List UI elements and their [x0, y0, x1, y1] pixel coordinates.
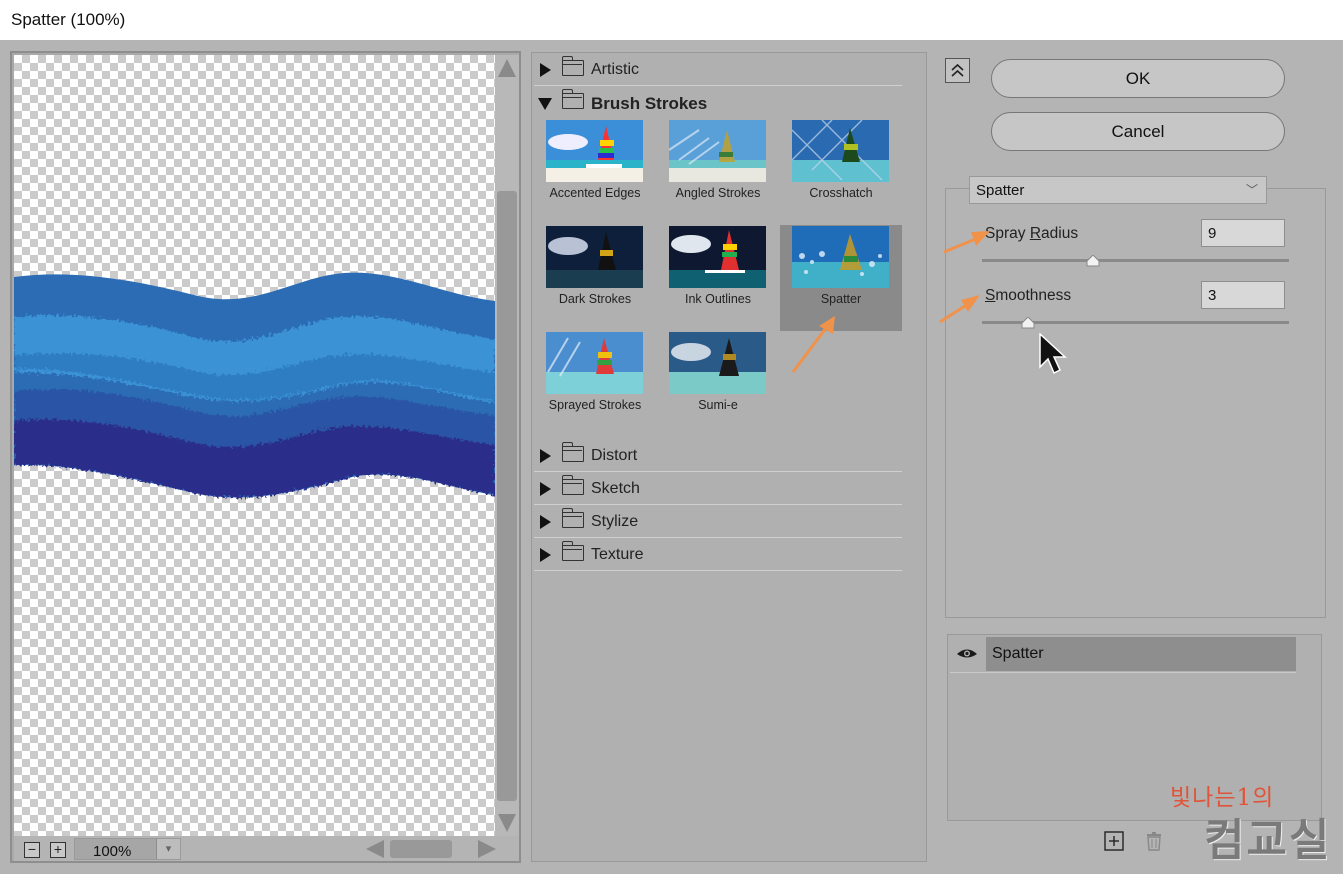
divider	[950, 672, 1296, 673]
preview-vertical-scrollbar[interactable]	[495, 55, 519, 836]
filter-thumb-sprayed-strokes[interactable]: Sprayed Strokes	[534, 331, 656, 437]
trash-icon[interactable]	[1144, 831, 1164, 851]
horizontal-scroll-thumb[interactable]	[390, 840, 452, 858]
folder-icon	[561, 56, 584, 76]
spray-radius-value: 9	[1208, 225, 1217, 242]
folder-icon	[561, 508, 584, 528]
filter-settings-panel	[945, 188, 1326, 618]
preview-horizontal-scrollbar[interactable]	[366, 840, 496, 858]
folder-icon	[561, 89, 584, 109]
thumbnail-image	[669, 332, 766, 394]
expand-arrow-icon[interactable]	[540, 482, 551, 496]
category-sketch[interactable]: Sketch	[534, 472, 902, 505]
annotation-arrow	[943, 231, 990, 254]
category-stylize[interactable]: Stylize	[534, 505, 902, 538]
smoothness-slider-knob[interactable]	[1021, 317, 1035, 329]
window-title: Spatter (100%)	[11, 10, 126, 29]
effect-layer-label: Spatter	[992, 645, 1044, 662]
filter-thumb-dark-strokes[interactable]: Dark Strokes	[534, 225, 656, 331]
category-artistic[interactable]: Artistic	[534, 53, 902, 86]
thumbnail-image	[792, 120, 889, 182]
filter-thumb-label: Dark Strokes	[558, 292, 632, 306]
scroll-down-icon[interactable]	[498, 814, 516, 832]
filter-thumb-ink-outlines[interactable]: Ink Outlines	[657, 225, 779, 331]
thumbnail-image	[546, 332, 643, 394]
thumbnail-image	[792, 226, 889, 288]
preview-footer: − + 100% ▾	[14, 836, 519, 861]
filter-thumb-label: Accented Edges	[549, 186, 641, 200]
expand-arrow-icon[interactable]	[540, 449, 551, 463]
ok-button[interactable]: OK	[991, 59, 1285, 98]
effect-layer-name[interactable]: Spatter	[986, 637, 1296, 671]
eye-icon	[957, 649, 977, 658]
zoom-dropdown[interactable]: 100% ▾	[74, 838, 181, 860]
thumbnail-image	[546, 120, 643, 182]
filter-thumb-label: Sprayed Strokes	[548, 398, 642, 412]
collapse-gallery-button[interactable]	[945, 58, 970, 83]
filter-thumb-crosshatch[interactable]: Crosshatch	[780, 119, 902, 225]
spray-radius-slider-knob[interactable]	[1086, 255, 1100, 267]
mouse-cursor-icon	[1039, 333, 1067, 375]
filter-thumb-sumi-e[interactable]: Sumi-e	[657, 331, 779, 437]
smoothness-value: 3	[1208, 287, 1217, 304]
annotation-arrow	[791, 316, 835, 373]
preview-pane: − + 100% ▾	[10, 51, 521, 863]
title-bar: Spatter (100%)	[0, 0, 1343, 40]
brush-strokes-thumbnails: Accented Edges Angled Strokes Crosshatch…	[534, 119, 902, 439]
smoothness-field[interactable]: 3	[1201, 281, 1285, 309]
zoom-out-button[interactable]: −	[24, 842, 40, 858]
filter-thumb-label: Crosshatch	[809, 186, 873, 200]
double-chevron-up-icon	[951, 63, 964, 77]
zoom-in-button[interactable]: +	[50, 842, 66, 858]
wave-image	[14, 272, 495, 498]
watermark: 빛나는1의 컴교실	[1170, 778, 1340, 866]
folder-icon	[561, 541, 584, 561]
spray-radius-field[interactable]: 9	[1201, 219, 1285, 247]
effect-layer-row[interactable]: Spatter	[950, 637, 1296, 671]
filter-select-dropdown[interactable]: Spatter ﹀	[969, 176, 1267, 204]
filter-select-value: Spatter	[976, 182, 1025, 199]
thumbnail-image	[546, 226, 643, 288]
new-effect-layer-icon[interactable]	[1104, 831, 1124, 851]
smoothness-label: Smoothness	[985, 287, 1072, 304]
expand-arrow-icon[interactable]	[540, 515, 551, 529]
scroll-right-icon[interactable]	[478, 840, 496, 858]
filter-thumb-label: Sumi-e	[698, 398, 738, 412]
preview-canvas[interactable]	[14, 55, 495, 836]
thumbnail-image	[669, 226, 766, 288]
category-label: Brush Strokes	[591, 94, 708, 113]
folder-icon	[561, 442, 584, 462]
filter-thumb-label: Ink Outlines	[684, 292, 751, 306]
filter-thumb-label: Angled Strokes	[675, 186, 761, 200]
chevron-down-icon[interactable]: ▾	[156, 839, 180, 859]
annotation-arrow	[939, 295, 980, 324]
scroll-left-icon[interactable]	[366, 840, 384, 858]
spray-radius-slider[interactable]	[982, 259, 1289, 262]
visibility-toggle[interactable]	[950, 637, 984, 671]
collapse-arrow-icon[interactable]	[538, 98, 552, 110]
spray-radius-label: Spray Radius	[985, 225, 1079, 242]
filter-thumb-accented-edges[interactable]: Accented Edges	[534, 119, 656, 225]
filter-thumb-label: Spatter	[820, 292, 862, 306]
vertical-scroll-thumb[interactable]	[497, 191, 517, 801]
filter-gallery: Artistic Brush Strokes Accented Edges An…	[531, 52, 927, 862]
category-distort[interactable]: Distort	[534, 439, 902, 472]
category-label: Distort	[591, 447, 638, 464]
thumbnail-image	[669, 120, 766, 182]
category-label: Stylize	[591, 513, 639, 530]
scroll-up-icon[interactable]	[498, 59, 516, 77]
zoom-value: 100%	[93, 843, 132, 860]
watermark-line2: 컴교실	[1204, 815, 1332, 866]
expand-arrow-icon[interactable]	[540, 548, 551, 562]
chevron-down-icon: ﹀	[1245, 183, 1258, 197]
category-label: Artistic	[591, 61, 639, 78]
folder-icon	[561, 475, 584, 495]
category-texture[interactable]: Texture	[534, 538, 902, 571]
category-label: Sketch	[591, 480, 640, 497]
expand-arrow-icon[interactable]	[540, 63, 551, 77]
filter-thumb-angled-strokes[interactable]: Angled Strokes	[657, 119, 779, 225]
category-brush-strokes[interactable]: Brush Strokes	[534, 86, 902, 119]
category-label: Texture	[591, 546, 644, 563]
cancel-button[interactable]: Cancel	[991, 112, 1285, 151]
